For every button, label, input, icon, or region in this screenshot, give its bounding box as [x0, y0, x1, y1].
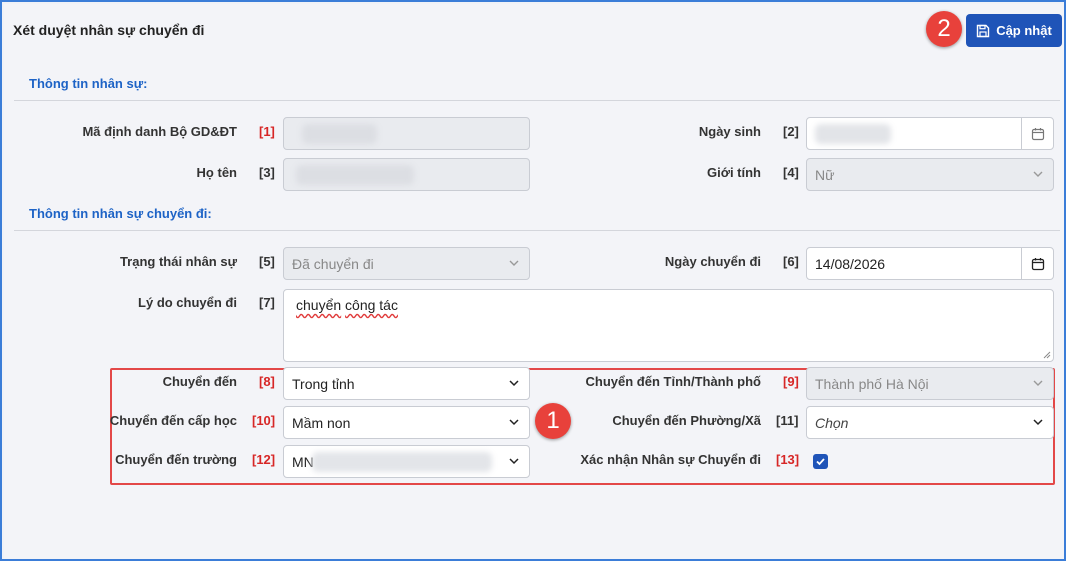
label-trang-thai: Trạng thái nhân sự — [119, 254, 237, 269]
phuong-xa-placeholder: Chọn — [815, 414, 849, 431]
ngay-chuyen-di-value: 14/08/2026 — [815, 255, 886, 272]
num-11: [11] — [776, 413, 799, 428]
window-frame: Xét duyệt nhân sự chuyển đi 2 Cập nhật T… — [0, 0, 1066, 561]
ly-do-textarea[interactable]: chuyển công tác — [283, 289, 1054, 362]
form-panel: Xét duyệt nhân sự chuyển đi 2 Cập nhật T… — [4, 4, 1064, 559]
redacted-value — [815, 124, 891, 144]
step-badge-1: 1 — [535, 403, 571, 439]
ho-ten-field — [283, 158, 530, 191]
num-7: [7] — [259, 295, 275, 310]
label-ly-do: Lý do chuyển đi — [138, 295, 237, 310]
chuyen-den-value: Trong tỉnh — [292, 375, 355, 392]
update-button[interactable]: Cập nhật — [966, 14, 1062, 47]
label-chuyen-den: Chuyển đến — [162, 374, 237, 389]
resize-handle-icon[interactable] — [1043, 351, 1051, 359]
tinh-thanh-pho-value: Thành phố Hà Nội — [815, 375, 929, 392]
truong-value: MN — [292, 453, 314, 470]
phuong-xa-select[interactable]: Chọn — [806, 406, 1054, 439]
save-icon — [976, 24, 990, 37]
step-badge-2: 2 — [926, 11, 962, 47]
ly-do-text-part1: chuyển — [296, 297, 342, 313]
section-title-personal: Thông tin nhân sự: — [29, 76, 148, 91]
checkmark-icon — [816, 458, 825, 466]
num-4: [4] — [783, 165, 799, 180]
chevron-down-icon — [509, 260, 519, 266]
truong-select[interactable]: MN — [283, 445, 530, 478]
num-1: [1] — [259, 124, 275, 139]
label-ma-dinh-danh: Mã định danh Bộ GD&ĐT — [82, 124, 237, 139]
update-button-label: Cập nhật — [996, 23, 1052, 38]
divider — [14, 100, 1060, 101]
chuyen-den-select[interactable]: Trong tỉnh — [283, 367, 530, 400]
redacted-value — [312, 452, 492, 472]
calendar-icon — [1031, 127, 1044, 140]
tinh-thanh-pho-select: Thành phố Hà Nội — [806, 367, 1054, 400]
chevron-down-icon — [509, 380, 519, 387]
num-12: [12] — [252, 452, 276, 467]
gioi-tinh-value: Nữ — [815, 166, 835, 183]
label-gioi-tinh: Giới tính — [706, 165, 761, 180]
page-title: Xét duyệt nhân sự chuyển đi — [13, 22, 205, 38]
chevron-down-icon — [1033, 171, 1043, 177]
label-xac-nhan: Xác nhận Nhân sự Chuyển đi — [580, 452, 761, 467]
trang-thai-value: Đã chuyển đi — [292, 255, 374, 272]
ly-do-text-part2: công tác — [345, 297, 398, 313]
chevron-down-icon — [1033, 419, 1043, 426]
trang-thai-select: Đã chuyển đi — [283, 247, 530, 280]
num-10: [10] — [252, 413, 276, 428]
label-ho-ten: Họ tên — [196, 165, 237, 180]
redacted-value — [296, 165, 414, 185]
ma-dinh-danh-field — [283, 117, 530, 150]
num-2: [2] — [783, 124, 799, 139]
xac-nhan-checkbox[interactable] — [813, 454, 828, 469]
num-8: [8] — [259, 374, 275, 389]
label-truong: Chuyển đến trường — [115, 452, 237, 467]
cap-hoc-select[interactable]: Mầm non — [283, 406, 530, 439]
num-5: [5] — [259, 254, 275, 269]
gioi-tinh-select: Nữ — [806, 158, 1054, 191]
label-phuong-xa: Chuyển đến Phường/Xã — [612, 413, 761, 428]
chevron-down-icon — [509, 458, 519, 465]
num-9: [9] — [783, 374, 799, 389]
label-ngay-sinh: Ngày sinh — [698, 124, 761, 139]
section-title-transfer: Thông tin nhân sự chuyển đi: — [29, 206, 212, 221]
label-cap-hoc: Chuyển đến cấp học — [109, 413, 237, 428]
divider — [14, 230, 1060, 231]
num-13: [13] — [776, 452, 800, 467]
label-ngay-chuyen-di: Ngày chuyển đi — [664, 254, 761, 269]
calendar-button[interactable] — [1021, 118, 1053, 149]
ngay-chuyen-di-field[interactable]: 14/08/2026 — [806, 247, 1054, 280]
chevron-down-icon — [1033, 380, 1043, 386]
cap-hoc-value: Mầm non — [292, 414, 351, 431]
chevron-down-icon — [509, 419, 519, 426]
label-tinh-thanh-pho: Chuyển đến Tỉnh/Thành phố — [585, 374, 761, 389]
num-3: [3] — [259, 165, 275, 180]
redacted-value — [302, 124, 377, 144]
calendar-icon — [1031, 257, 1044, 270]
num-6: [6] — [783, 254, 799, 269]
ngay-sinh-field[interactable] — [806, 117, 1054, 150]
calendar-button[interactable] — [1021, 248, 1053, 279]
